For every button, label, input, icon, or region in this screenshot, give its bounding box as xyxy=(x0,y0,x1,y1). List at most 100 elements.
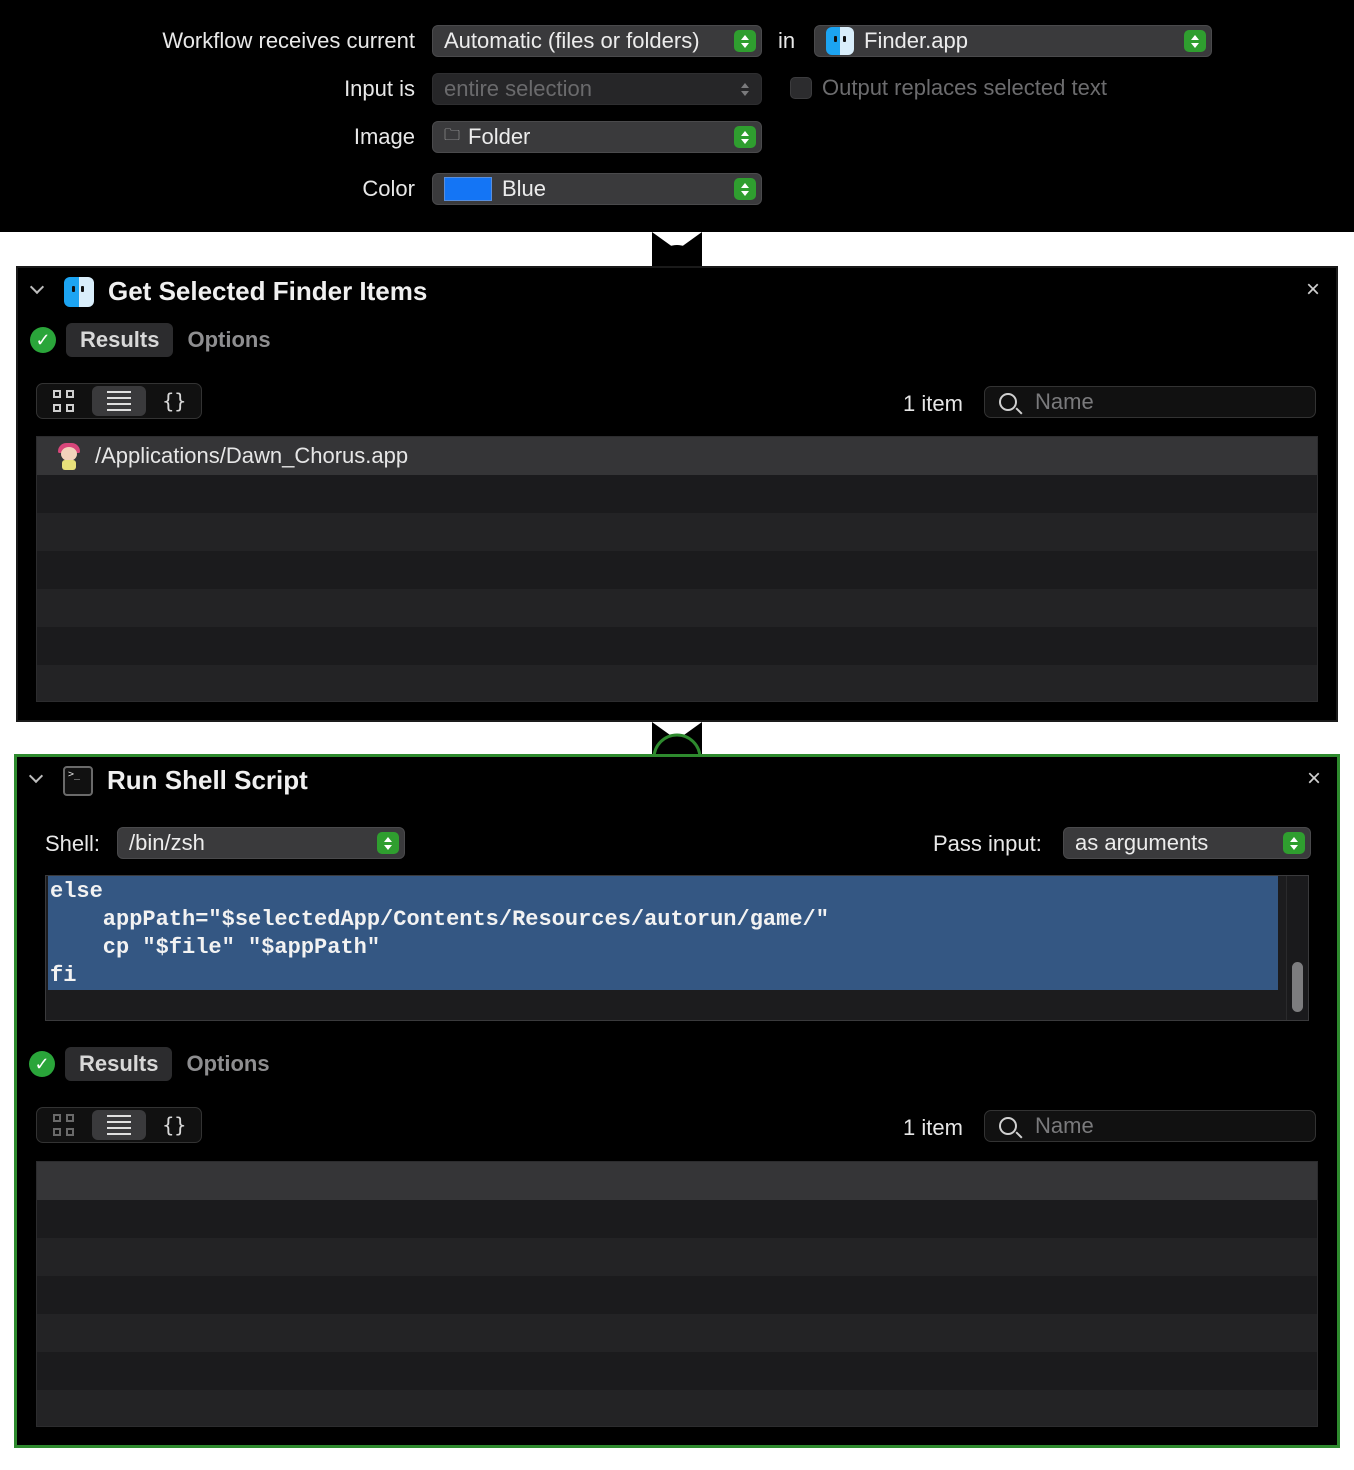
application-value: Finder.app xyxy=(864,28,968,53)
popup-stepper-icon xyxy=(734,178,756,200)
popup-stepper-icon xyxy=(377,832,399,854)
image-popup[interactable]: 🗀 Folder xyxy=(432,121,762,153)
action-title: Run Shell Script xyxy=(107,765,308,795)
result-count: 1 item xyxy=(903,391,963,416)
braces-icon: {} xyxy=(162,389,187,413)
action-title-row: Get Selected Finder Items × xyxy=(18,268,1336,316)
braces-icon: {} xyxy=(162,1113,187,1137)
color-swatch xyxy=(444,177,492,201)
input-is-popup[interactable]: entire selection xyxy=(432,73,762,105)
action-get-selected-finder-items: Get Selected Finder Items × ✓ Results Op… xyxy=(16,266,1338,722)
checkmark-icon: ✓ xyxy=(29,1051,55,1077)
output-replaces-checkbox[interactable] xyxy=(790,77,812,99)
shell-label: Shell: xyxy=(45,831,101,856)
json-view-button[interactable]: {} xyxy=(148,384,201,418)
popup-stepper-icon xyxy=(1283,832,1305,854)
search-input[interactable] xyxy=(1035,1114,1305,1138)
finder-icon xyxy=(826,27,854,55)
color-label: Color xyxy=(362,176,415,201)
popup-stepper-icon xyxy=(734,126,756,148)
flow-connector-icon xyxy=(652,232,702,268)
image-label: Image xyxy=(353,124,415,149)
list-item xyxy=(37,1200,1317,1238)
view-mode-segmented-control: {} xyxy=(36,383,202,419)
scrollbar-thumb[interactable] xyxy=(1292,962,1303,1012)
results-list: /Applications/Dawn_Chorus.app xyxy=(36,436,1318,702)
grid-icon xyxy=(52,1114,75,1136)
results-list xyxy=(36,1161,1318,1427)
close-icon[interactable]: × xyxy=(1307,767,1321,791)
input-is-label: Input is xyxy=(344,76,415,101)
icon-view-button[interactable] xyxy=(37,1108,90,1142)
close-icon[interactable]: × xyxy=(1306,278,1320,302)
list-icon xyxy=(106,391,131,411)
action-title: Get Selected Finder Items xyxy=(108,276,428,306)
search-icon xyxy=(999,1117,1017,1135)
results-options-tabs: ✓ Results Options xyxy=(29,1047,284,1081)
list-icon xyxy=(106,1115,131,1135)
image-value: Folder xyxy=(468,124,531,149)
list-item xyxy=(37,1314,1317,1352)
result-count: 1 item xyxy=(903,1115,963,1140)
list-item xyxy=(37,1238,1317,1276)
results-search-field[interactable] xyxy=(984,386,1316,418)
tab-options[interactable]: Options xyxy=(172,1047,283,1081)
workflow-settings-bar: Workflow receives current Automatic (fil… xyxy=(0,0,1354,232)
list-item xyxy=(37,1390,1317,1426)
folder-icon: 🗀 xyxy=(444,126,461,144)
list-item xyxy=(37,1352,1317,1390)
color-value: Blue xyxy=(502,176,547,201)
pass-input-popup[interactable]: as arguments xyxy=(1063,827,1311,859)
icon-view-button[interactable] xyxy=(37,384,90,418)
json-view-button[interactable]: {} xyxy=(148,1108,201,1142)
application-popup[interactable]: Finder.app xyxy=(814,25,1212,57)
list-item xyxy=(37,589,1317,627)
action-title-row: >_ Run Shell Script × xyxy=(17,757,1337,805)
shell-popup[interactable]: /bin/zsh xyxy=(117,827,405,859)
input-is-value: entire selection xyxy=(444,76,592,101)
list-item xyxy=(37,475,1317,513)
workflow-receives-value: Automatic (files or folders) xyxy=(444,28,700,53)
shell-value: /bin/zsh xyxy=(129,830,205,855)
popup-stepper-icon xyxy=(734,30,756,52)
pass-input-value: as arguments xyxy=(1075,830,1209,855)
pass-input-label: Pass input: xyxy=(933,831,1042,856)
color-popup[interactable]: Blue xyxy=(432,173,762,205)
workflow-receives-popup[interactable]: Automatic (files or folders) xyxy=(432,25,762,57)
in-label: in xyxy=(778,28,796,53)
disclosure-chevron-icon[interactable] xyxy=(30,282,44,296)
list-item xyxy=(37,1276,1317,1314)
view-mode-segmented-control: {} xyxy=(36,1107,202,1143)
output-replaces-label: Output replaces selected text xyxy=(822,75,1107,100)
disclosure-chevron-icon[interactable] xyxy=(29,771,43,785)
tab-results[interactable]: Results xyxy=(65,1047,173,1081)
popup-stepper-icon xyxy=(1184,30,1206,52)
results-options-tabs: ✓ Results Options xyxy=(30,323,285,357)
popup-stepper-icon xyxy=(734,78,756,100)
list-item xyxy=(37,551,1317,589)
list-item[interactable]: /Applications/Dawn_Chorus.app xyxy=(37,437,1317,475)
scrollbar[interactable] xyxy=(1286,876,1308,1020)
shell-options-row: Shell: /bin/zsh Pass input: as arguments xyxy=(45,827,1311,861)
script-code: else appPath="$selectedApp/Contents/Reso… xyxy=(50,879,829,988)
results-search-field[interactable] xyxy=(984,1110,1316,1142)
terminal-icon: >_ xyxy=(63,766,93,796)
list-view-button[interactable] xyxy=(92,1110,146,1140)
list-item xyxy=(37,513,1317,551)
list-item xyxy=(37,665,1317,701)
list-item[interactable] xyxy=(37,1162,1317,1200)
grid-icon xyxy=(52,390,75,412)
list-item xyxy=(37,627,1317,665)
search-input[interactable] xyxy=(1035,390,1305,414)
search-icon xyxy=(999,393,1017,411)
tab-results[interactable]: Results xyxy=(66,323,174,357)
tab-options[interactable]: Options xyxy=(173,323,284,357)
action-run-shell-script: >_ Run Shell Script × Shell: /bin/zsh Pa… xyxy=(14,754,1340,1448)
checkmark-icon: ✓ xyxy=(30,327,56,353)
script-editor[interactable]: else appPath="$selectedApp/Contents/Reso… xyxy=(45,875,1309,1021)
list-item-path: /Applications/Dawn_Chorus.app xyxy=(95,443,409,468)
app-icon xyxy=(55,441,83,471)
finder-icon xyxy=(64,277,94,307)
workflow-receives-label: Workflow receives current xyxy=(162,28,415,53)
list-view-button[interactable] xyxy=(92,386,146,416)
